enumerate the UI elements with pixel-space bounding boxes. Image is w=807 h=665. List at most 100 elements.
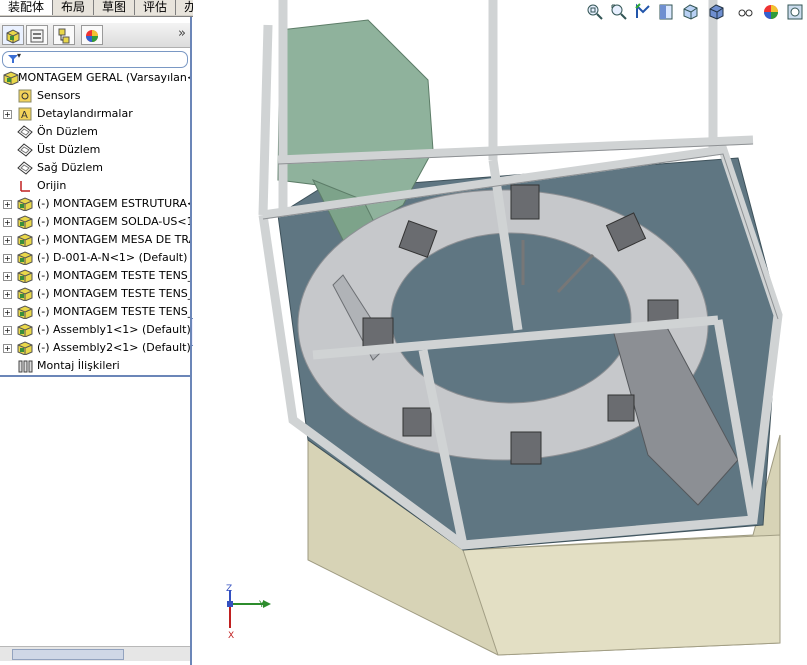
- base-front: [462, 534, 781, 656]
- tree-item-label: Montaj İlişkileri: [37, 359, 120, 372]
- feature-tree-tab[interactable]: [2, 25, 24, 45]
- tree-item-label: (-) MONTAGEM MESA DE TRABA: [37, 233, 190, 246]
- station-4: [362, 317, 394, 349]
- display-style-icon[interactable]: [707, 2, 727, 22]
- tree-item-label: Sağ Düzlem: [37, 161, 103, 174]
- station-7: [510, 431, 542, 465]
- subassembly-icon: [17, 323, 33, 337]
- tree-item[interactable]: Üst Düzlem: [0, 141, 190, 159]
- annotations-icon: A: [18, 107, 32, 121]
- expand-toggle-icon[interactable]: +: [3, 344, 12, 353]
- tree-item[interactable]: Orijin: [0, 177, 190, 195]
- plane-icon: [17, 161, 33, 175]
- view-orientation-icon[interactable]: [681, 2, 701, 22]
- tree-item-label: Üst Düzlem: [37, 143, 101, 156]
- tab-assembly[interactable]: 装配体: [0, 0, 54, 15]
- appearance-icon[interactable]: [761, 2, 781, 22]
- tree-item-label: (-) Assembly1<1> (Default): [37, 323, 190, 336]
- expand-toggle-icon[interactable]: +: [3, 200, 12, 209]
- tree-item-label: Ön Düzlem: [37, 125, 98, 138]
- tree-item-label: (-) D-001-A-N<1> (Default): [37, 251, 188, 264]
- tree-item[interactable]: Sensors: [0, 87, 190, 105]
- feature-manager-panel: » ▾ MONTAGEM GERAL (Varsayılan<Gö Sensor…: [0, 17, 192, 665]
- tree-item[interactable]: Sağ Düzlem: [0, 159, 190, 177]
- tree-item[interactable]: + (-) D-001-A-N<1> (Default): [0, 249, 190, 267]
- tree-item[interactable]: + (-) MONTAGEM MESA DE TRABA: [0, 231, 190, 249]
- previous-view-icon[interactable]: [633, 2, 653, 22]
- origin-icon: [20, 181, 30, 192]
- subassembly-icon: [17, 305, 33, 319]
- triad-x-label: X: [228, 631, 234, 641]
- tree-item-label: Detaylandırmalar: [37, 107, 133, 120]
- triad-y-label: Y: [258, 600, 265, 610]
- tree-item[interactable]: + (-) MONTAGEM TESTE TENS_S_: [0, 303, 190, 321]
- scene-icon[interactable]: [785, 2, 805, 22]
- tree-item[interactable]: + (-) MONTAGEM TESTE TENS_S_: [0, 285, 190, 303]
- tree-item-label: Orijin: [37, 179, 67, 192]
- sensors-icon: [18, 89, 32, 103]
- tree-item-label: (-) MONTAGEM TESTE TENS_S_: [37, 269, 190, 282]
- configuration-manager-icon: [58, 28, 70, 44]
- tree-item[interactable]: Ön Düzlem: [0, 123, 190, 141]
- expand-toggle-icon[interactable]: +: [3, 236, 12, 245]
- panel-expand-icon[interactable]: »: [178, 26, 186, 41]
- tree-filter[interactable]: ▾: [2, 51, 188, 68]
- assembly-model[interactable]: Z Y X: [193, 0, 807, 665]
- property-manager-tab[interactable]: [26, 25, 48, 45]
- tree-item[interactable]: + (-) MONTAGEM TESTE TENS_S_: [0, 267, 190, 285]
- subassembly-icon: [17, 269, 33, 283]
- station-8: [607, 394, 635, 422]
- feature-tree: MONTAGEM GERAL (Varsayılan<Gö Sensors + AD…: [0, 69, 190, 375]
- section-view-icon[interactable]: [657, 2, 677, 22]
- appearance-manager-icon: [86, 30, 98, 42]
- property-manager-icon: [30, 29, 44, 43]
- tree-item-label: (-) MONTAGEM ESTRUTURA<1>: [37, 197, 190, 210]
- graphics-viewport[interactable]: Z Y X: [193, 0, 807, 665]
- expand-toggle-icon[interactable]: +: [3, 326, 12, 335]
- tree-item[interactable]: + (-) MONTAGEM SOLDA-US<1> (: [0, 213, 190, 231]
- expand-toggle-icon[interactable]: +: [3, 218, 12, 227]
- plane-icon: [17, 125, 33, 139]
- tree-item-label: Sensors: [37, 89, 81, 102]
- expand-toggle-icon[interactable]: +: [3, 110, 12, 119]
- subassembly-icon: [17, 287, 33, 301]
- tree-item[interactable]: + (-) Assembly2<1> (Default): [0, 339, 190, 357]
- hide-show-icon[interactable]: [735, 2, 755, 22]
- panel-toolbar: »: [0, 23, 190, 48]
- expand-toggle-icon[interactable]: +: [3, 254, 12, 263]
- zoom-to-fit-icon[interactable]: [585, 2, 605, 22]
- station-1: [510, 184, 540, 220]
- filter-dropdown-icon: ▾: [17, 51, 22, 60]
- tree-item-label: (-) MONTAGEM TESTE TENS_S_: [37, 287, 190, 300]
- tree-item[interactable]: + (-) MONTAGEM ESTRUTURA<1>: [0, 195, 190, 213]
- configuration-manager-tab[interactable]: [53, 25, 75, 45]
- tree-root-label: MONTAGEM GERAL (Varsayılan<Gö: [18, 71, 190, 84]
- tab-layout[interactable]: 布局: [53, 0, 95, 15]
- mates-icon: [18, 360, 33, 373]
- zoom-area-icon[interactable]: [609, 2, 629, 22]
- expand-toggle-icon[interactable]: +: [3, 308, 12, 317]
- subassembly-icon: [17, 251, 33, 265]
- horizontal-scrollbar[interactable]: [0, 646, 190, 661]
- tree-item-label: (-) MONTAGEM TESTE TENS_S_: [37, 305, 190, 318]
- subassembly-icon: [17, 215, 33, 229]
- svg-text:A: A: [21, 110, 28, 121]
- appearance-manager-tab[interactable]: [81, 25, 103, 45]
- expand-toggle-icon[interactable]: +: [3, 290, 12, 299]
- tree-item-label: (-) Assembly2<1> (Default): [37, 341, 190, 354]
- tree-item[interactable]: Montaj İlişkileri: [0, 357, 190, 375]
- expand-toggle-icon[interactable]: +: [3, 272, 12, 281]
- plane-icon: [17, 143, 33, 157]
- subassembly-icon: [17, 341, 33, 355]
- tree-item-label: (-) MONTAGEM SOLDA-US<1> (: [37, 215, 190, 228]
- tree-item[interactable]: + (-) Assembly1<1> (Default): [0, 321, 190, 339]
- heads-up-view-toolbar: [585, 2, 807, 24]
- station-6: [402, 407, 432, 437]
- tree-item[interactable]: + A Detaylandırmalar: [0, 105, 190, 123]
- coordinate-triad: Z Y X: [226, 584, 271, 641]
- scrollbar-thumb[interactable]: [12, 649, 124, 660]
- subassembly-icon: [17, 233, 33, 247]
- tab-evaluate[interactable]: 评估: [135, 0, 177, 15]
- tab-sketch[interactable]: 草图: [94, 0, 136, 15]
- tree-root[interactable]: MONTAGEM GERAL (Varsayılan<Gö: [0, 69, 190, 87]
